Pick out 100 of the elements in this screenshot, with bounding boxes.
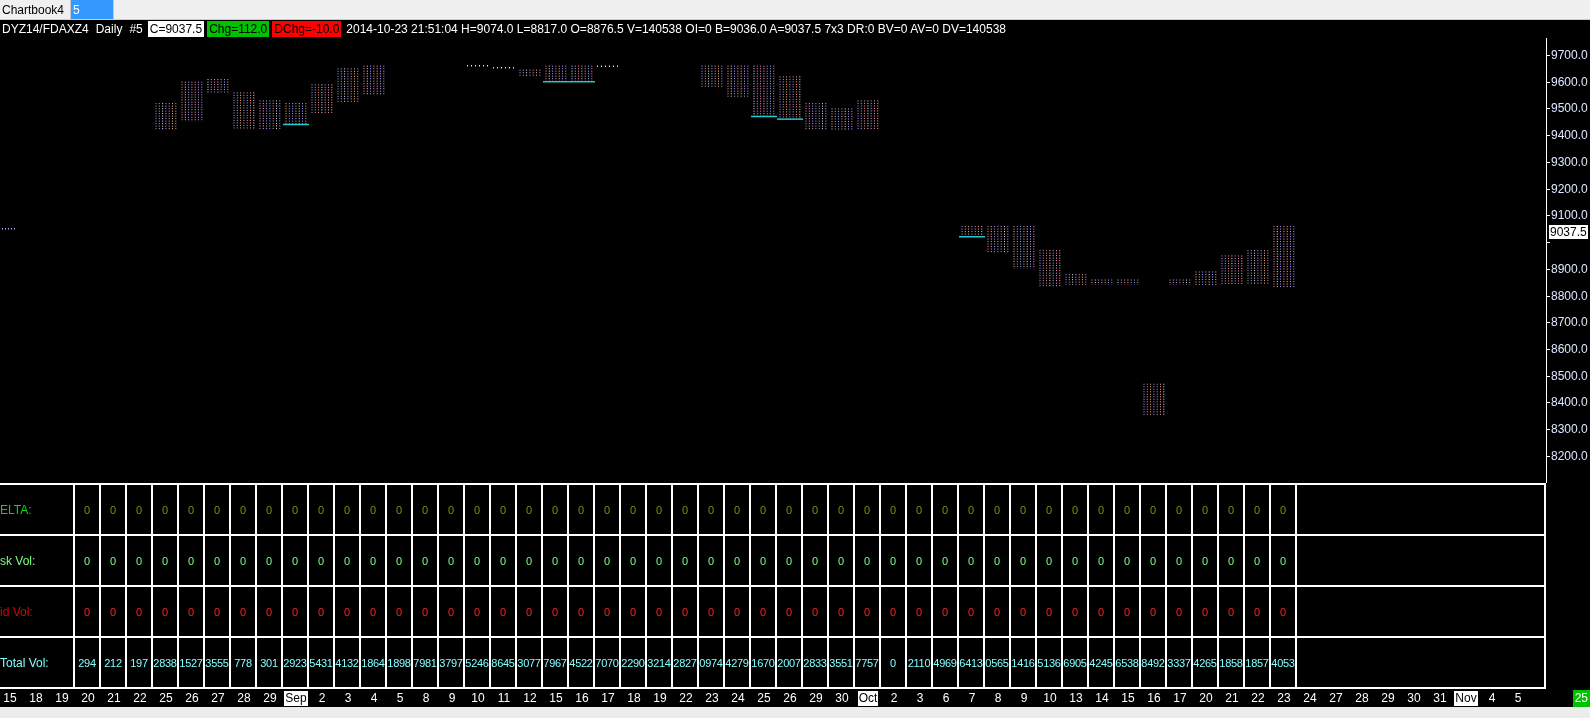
date-label: 15	[548, 690, 564, 706]
date-label: 6	[941, 690, 951, 706]
table-cell: 0	[465, 587, 491, 636]
table-cell: 0	[335, 587, 361, 636]
date-label: 20	[80, 690, 96, 706]
quote-value: Chg=112.0	[207, 21, 270, 37]
table-cell: 0	[127, 536, 153, 585]
table-cell: 0	[933, 587, 959, 636]
table-cell: 0	[1089, 587, 1115, 636]
table-cell: 0	[1193, 587, 1219, 636]
table-cell: 0	[179, 587, 205, 636]
table-cell: 0	[1167, 536, 1193, 585]
date-label: 19	[652, 690, 668, 706]
table-cell: 0	[361, 536, 387, 585]
table-cell: 0	[335, 536, 361, 585]
table-cell: 1416	[1011, 638, 1037, 687]
table-cell: 4265	[1193, 638, 1219, 687]
date-label: 17	[1172, 690, 1188, 706]
table-cell: 0	[777, 536, 803, 585]
date-label: 19	[54, 690, 70, 706]
table-cell: 0	[1219, 536, 1245, 585]
table-cell: 0	[881, 638, 907, 687]
table-cell: 0	[751, 587, 777, 636]
table-cell: 0	[881, 485, 907, 534]
date-label: 4	[369, 690, 379, 706]
price-label: 9400.0	[1551, 128, 1588, 143]
date-label: 28	[236, 690, 252, 706]
date-label: 18	[626, 690, 642, 706]
date-label: 10	[1042, 690, 1058, 706]
table-cell: 0	[439, 536, 465, 585]
table-cell: 0	[153, 587, 179, 636]
date-label: 8	[421, 690, 431, 706]
table-cell: 0	[517, 536, 543, 585]
table-cell: 0	[387, 587, 413, 636]
date-label: 21	[106, 690, 122, 706]
table-cell: 2110	[907, 638, 933, 687]
table-cell: 3555	[205, 638, 231, 687]
date-label: 22	[678, 690, 694, 706]
date-label: 30	[834, 690, 850, 706]
chartbook-tab[interactable]: Chartbook4	[0, 0, 72, 19]
table-cell: 0	[1141, 587, 1167, 636]
table-cell: 0	[621, 485, 647, 534]
table-cell: 0	[257, 587, 283, 636]
table-cell: 0	[75, 536, 101, 585]
table-cell: 0	[1245, 536, 1271, 585]
table-cell: 0	[205, 485, 231, 534]
table-cell: 1858	[1219, 638, 1245, 687]
date-label: 28	[1354, 690, 1370, 706]
table-cell: 0	[439, 485, 465, 534]
table-cell: 0	[283, 485, 309, 534]
table-cell: 0	[751, 485, 777, 534]
table-cell: 0	[101, 536, 127, 585]
table-cell: 0	[595, 587, 621, 636]
row-label: ELTA:	[0, 485, 75, 534]
table-cell: 0	[413, 485, 439, 534]
row-label: Total Vol:	[0, 638, 75, 687]
date-label: 5	[395, 690, 405, 706]
table-cell: 0	[543, 587, 569, 636]
table-cell: 0	[959, 485, 985, 534]
table-cell: 0	[751, 536, 777, 585]
table-cell: 0	[309, 485, 335, 534]
table-cell: 7757	[855, 638, 881, 687]
table-cell: 0	[309, 536, 335, 585]
date-label: 25	[158, 690, 174, 706]
table-cell: 0	[1271, 587, 1297, 636]
table-cell: 0	[1245, 485, 1271, 534]
table-cell: 0	[101, 485, 127, 534]
price-label: 8300.0	[1551, 422, 1588, 437]
table-cell: 0	[1219, 485, 1245, 534]
date-label: 21	[1224, 690, 1240, 706]
table-cell: 4969	[933, 638, 959, 687]
price-label: 8400.0	[1551, 395, 1588, 410]
table-cell: 0	[1115, 587, 1141, 636]
table-cell: 0	[179, 485, 205, 534]
date-label: 9	[1019, 690, 1029, 706]
table-cell: 0	[881, 587, 907, 636]
table-cell: 0	[621, 536, 647, 585]
table-cell: 0	[517, 485, 543, 534]
price-label: 9200.0	[1551, 181, 1588, 196]
table-cell: 0	[491, 536, 517, 585]
table-cell: 0	[907, 485, 933, 534]
table-cell: 1864	[361, 638, 387, 687]
date-label: 9	[447, 690, 457, 706]
date-label: 23	[704, 690, 720, 706]
table-cell: 0	[543, 536, 569, 585]
table-cell: 3551	[829, 638, 855, 687]
table-cell: 2838	[153, 638, 179, 687]
row-label: id Vol:	[0, 587, 75, 636]
table-cell: 0	[153, 485, 179, 534]
table-cell: 0	[465, 536, 491, 585]
date-label: 7	[967, 690, 977, 706]
table-cell: 4053	[1271, 638, 1297, 687]
table-cell: 0	[491, 587, 517, 636]
date-label: 14	[1094, 690, 1110, 706]
table-cell: 0	[1089, 536, 1115, 585]
table-cell: 0	[283, 587, 309, 636]
date-label: 15	[1120, 690, 1136, 706]
table-cell: 0	[855, 485, 881, 534]
price-label: 9600.0	[1551, 74, 1588, 89]
table-cell: 778	[231, 638, 257, 687]
